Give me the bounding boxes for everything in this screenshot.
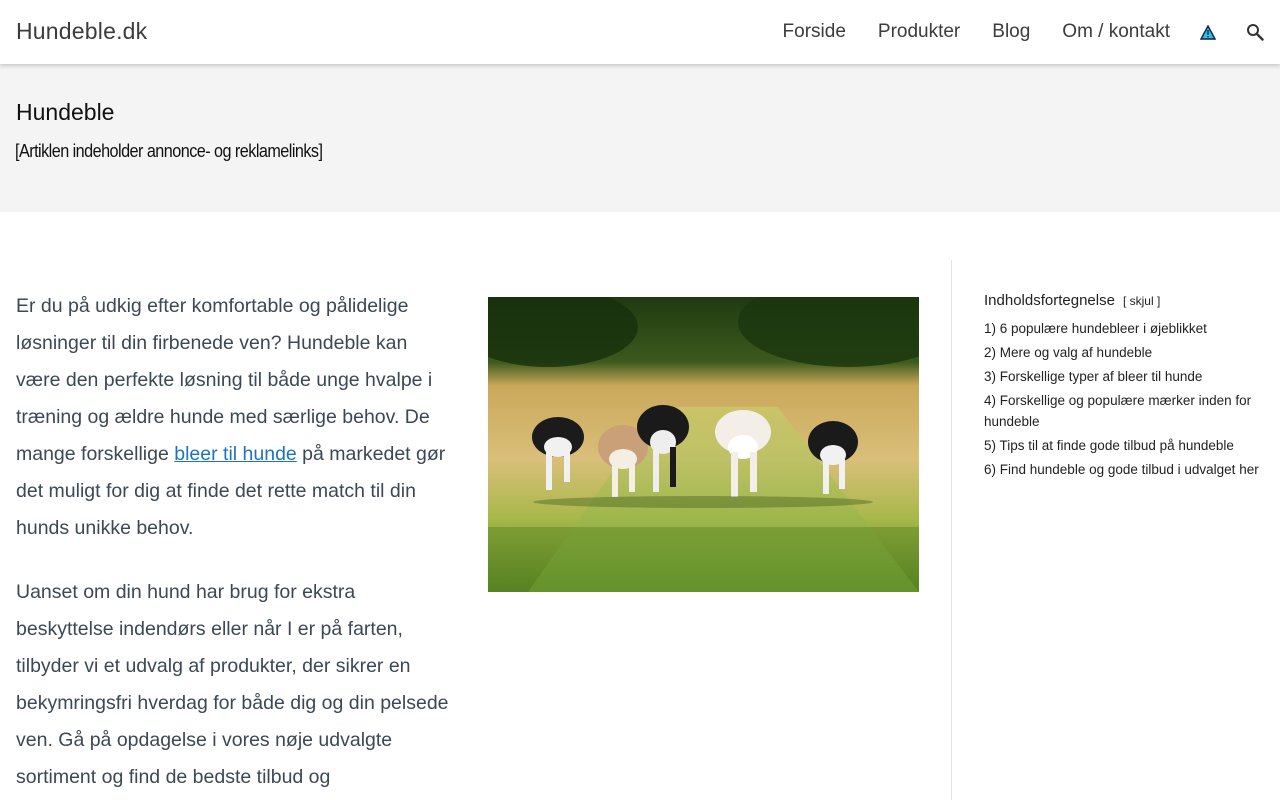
nav-item-produkter[interactable]: Produkter (878, 21, 960, 43)
table-of-contents: Indholdsfortegnelse [ skjul ] 1) 6 popul… (984, 292, 1264, 483)
toc-item[interactable]: 3) Forskellige typer af bleer til hunde (984, 366, 1264, 387)
hero-image-dogs (488, 297, 919, 592)
search-icon[interactable] (1246, 23, 1264, 41)
main-nav: Forside Produkter Blog Om / kontakt (751, 0, 1264, 64)
page-title: Hundeble (16, 99, 115, 125)
article-paragraph: Uanset om din hund har brug for ekstra b… (16, 581, 449, 788)
toc-title: Indholdsfortegnelse (984, 292, 1115, 309)
nav-item-om-kontakt[interactable]: Om / kontakt (1062, 21, 1170, 43)
nav-item-forside[interactable]: Forside (783, 21, 846, 43)
toc-header: Indholdsfortegnelse [ skjul ] (984, 292, 1264, 309)
page-title-band: Hundeble [Artiklen indeholder annonce- o… (0, 64, 1280, 212)
toc-item[interactable]: 4) Forskellige og populære mærker inden … (984, 390, 1264, 432)
toc-item[interactable]: 6) Find hundeble og gode tilbud i udvalg… (984, 459, 1264, 480)
article-paragraph: Er du på udkig efter komfortable og påli… (16, 288, 456, 547)
site-title-link[interactable]: Hundeble.dk (16, 18, 147, 45)
article-body: Er du på udkig efter komfortable og påli… (16, 288, 456, 800)
toc-item[interactable]: 2) Mere og valg af hundeble (984, 342, 1264, 363)
article-text: Er du på udkig efter komfortable og påli… (16, 295, 433, 465)
toc-list: 1) 6 populære hundebleer i øjeblikket 2)… (984, 318, 1264, 480)
nav-item-blog[interactable]: Blog (992, 21, 1030, 43)
bleer-til-hunde-link[interactable]: bleer til hunde (174, 443, 297, 465)
sidebar-divider (951, 260, 952, 800)
toc-item[interactable]: 5) Tips til at finde gode tilbud på hund… (984, 435, 1264, 456)
site-header: Hundeble.dk Forside Produkter Blog Om / … (0, 0, 1280, 64)
warning-triangle-icon[interactable] (1200, 24, 1216, 40)
ad-disclaimer: [Artiklen indeholder annonce- og reklame… (15, 141, 323, 161)
toc-toggle-button[interactable]: [ skjul ] (1123, 294, 1160, 308)
toc-item[interactable]: 1) 6 populære hundebleer i øjeblikket (984, 318, 1264, 339)
